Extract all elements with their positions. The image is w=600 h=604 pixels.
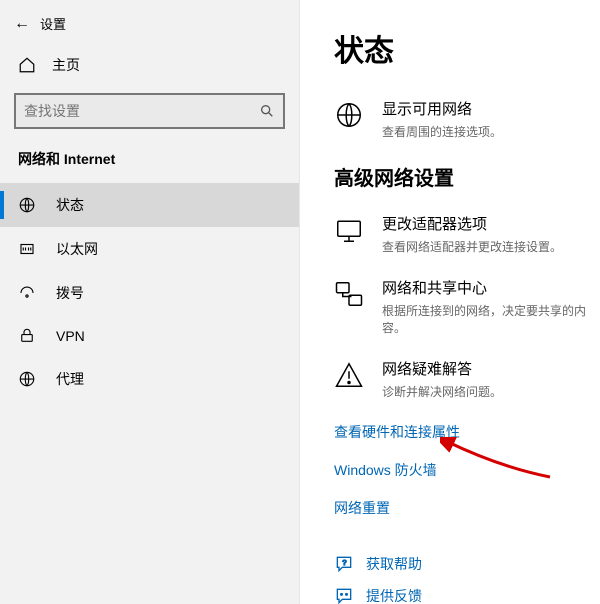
globe-icon [18, 196, 36, 214]
feedback-link[interactable]: 提供反馈 [334, 586, 600, 604]
back-button[interactable]: ← [14, 15, 30, 33]
nav-item-proxy[interactable]: 代理 [0, 357, 299, 401]
nav-item-status[interactable]: 状态 [0, 183, 299, 227]
troubleshoot-row[interactable]: 网络疑难解答 诊断并解决网络问题。 [334, 358, 600, 400]
section-title: 网络和 Internet [0, 149, 299, 183]
adapter-row[interactable]: 更改适配器选项 查看网络适配器并更改连接设置。 [334, 213, 600, 255]
link-reset[interactable]: 网络重置 [334, 498, 600, 518]
search-box[interactable] [14, 93, 285, 129]
home-button[interactable]: 主页 [0, 47, 299, 93]
svg-text:?: ? [342, 558, 346, 567]
advanced-heading: 高级网络设置 [334, 162, 600, 191]
troubleshoot-icon [334, 360, 364, 390]
page-title: 状态 [334, 26, 600, 70]
adapter-title: 更改适配器选项 [382, 213, 562, 234]
globe-icon [334, 100, 364, 130]
home-icon [18, 56, 36, 74]
nav-label-dialup: 拨号 [56, 283, 84, 303]
sidebar: ← 设置 主页 网络和 Internet 状态 以太网 拨号 VPN 代理 [0, 0, 300, 604]
adapter-icon [334, 215, 364, 245]
adapter-sub: 查看网络适配器并更改连接设置。 [382, 238, 562, 255]
nav-label-status: 状态 [56, 195, 84, 215]
titlebar: ← 设置 [0, 14, 299, 47]
nav-label-ethernet: 以太网 [56, 239, 98, 259]
search-input[interactable] [24, 103, 259, 119]
show-networks-title: 显示可用网络 [382, 98, 502, 119]
help-link[interactable]: ? 获取帮助 [334, 554, 600, 574]
link-firewall[interactable]: Windows 防火墙 [334, 460, 600, 480]
main-content: 状态 显示可用网络 查看周围的连接选项。 高级网络设置 更改适配器选项 查看网络… [300, 0, 600, 604]
sharing-title: 网络和共享中心 [382, 277, 600, 298]
sharing-row[interactable]: 网络和共享中心 根据所连接到的网络，决定要共享的内容。 [334, 277, 600, 336]
troubleshoot-title: 网络疑难解答 [382, 358, 502, 379]
help-icon: ? [334, 554, 354, 574]
link-hardware[interactable]: 查看硬件和连接属性 [334, 422, 600, 442]
nav-label-proxy: 代理 [56, 369, 84, 389]
vpn-icon [18, 327, 36, 345]
sharing-icon [334, 279, 364, 309]
dialup-icon [18, 284, 36, 302]
sharing-sub: 根据所连接到的网络，决定要共享的内容。 [382, 302, 600, 336]
show-networks-row[interactable]: 显示可用网络 查看周围的连接选项。 [334, 98, 600, 140]
search-icon [259, 103, 275, 119]
feedback-label: 提供反馈 [366, 586, 422, 604]
app-title: 设置 [40, 14, 66, 33]
ethernet-icon [18, 240, 36, 258]
troubleshoot-sub: 诊断并解决网络问题。 [382, 383, 502, 400]
home-label: 主页 [52, 55, 80, 75]
feedback-icon [334, 586, 354, 604]
nav-label-vpn: VPN [56, 328, 85, 344]
nav-item-ethernet[interactable]: 以太网 [0, 227, 299, 271]
help-label: 获取帮助 [366, 554, 422, 574]
proxy-icon [18, 370, 36, 388]
show-networks-sub: 查看周围的连接选项。 [382, 123, 502, 140]
nav-item-dialup[interactable]: 拨号 [0, 271, 299, 315]
nav-item-vpn[interactable]: VPN [0, 315, 299, 357]
